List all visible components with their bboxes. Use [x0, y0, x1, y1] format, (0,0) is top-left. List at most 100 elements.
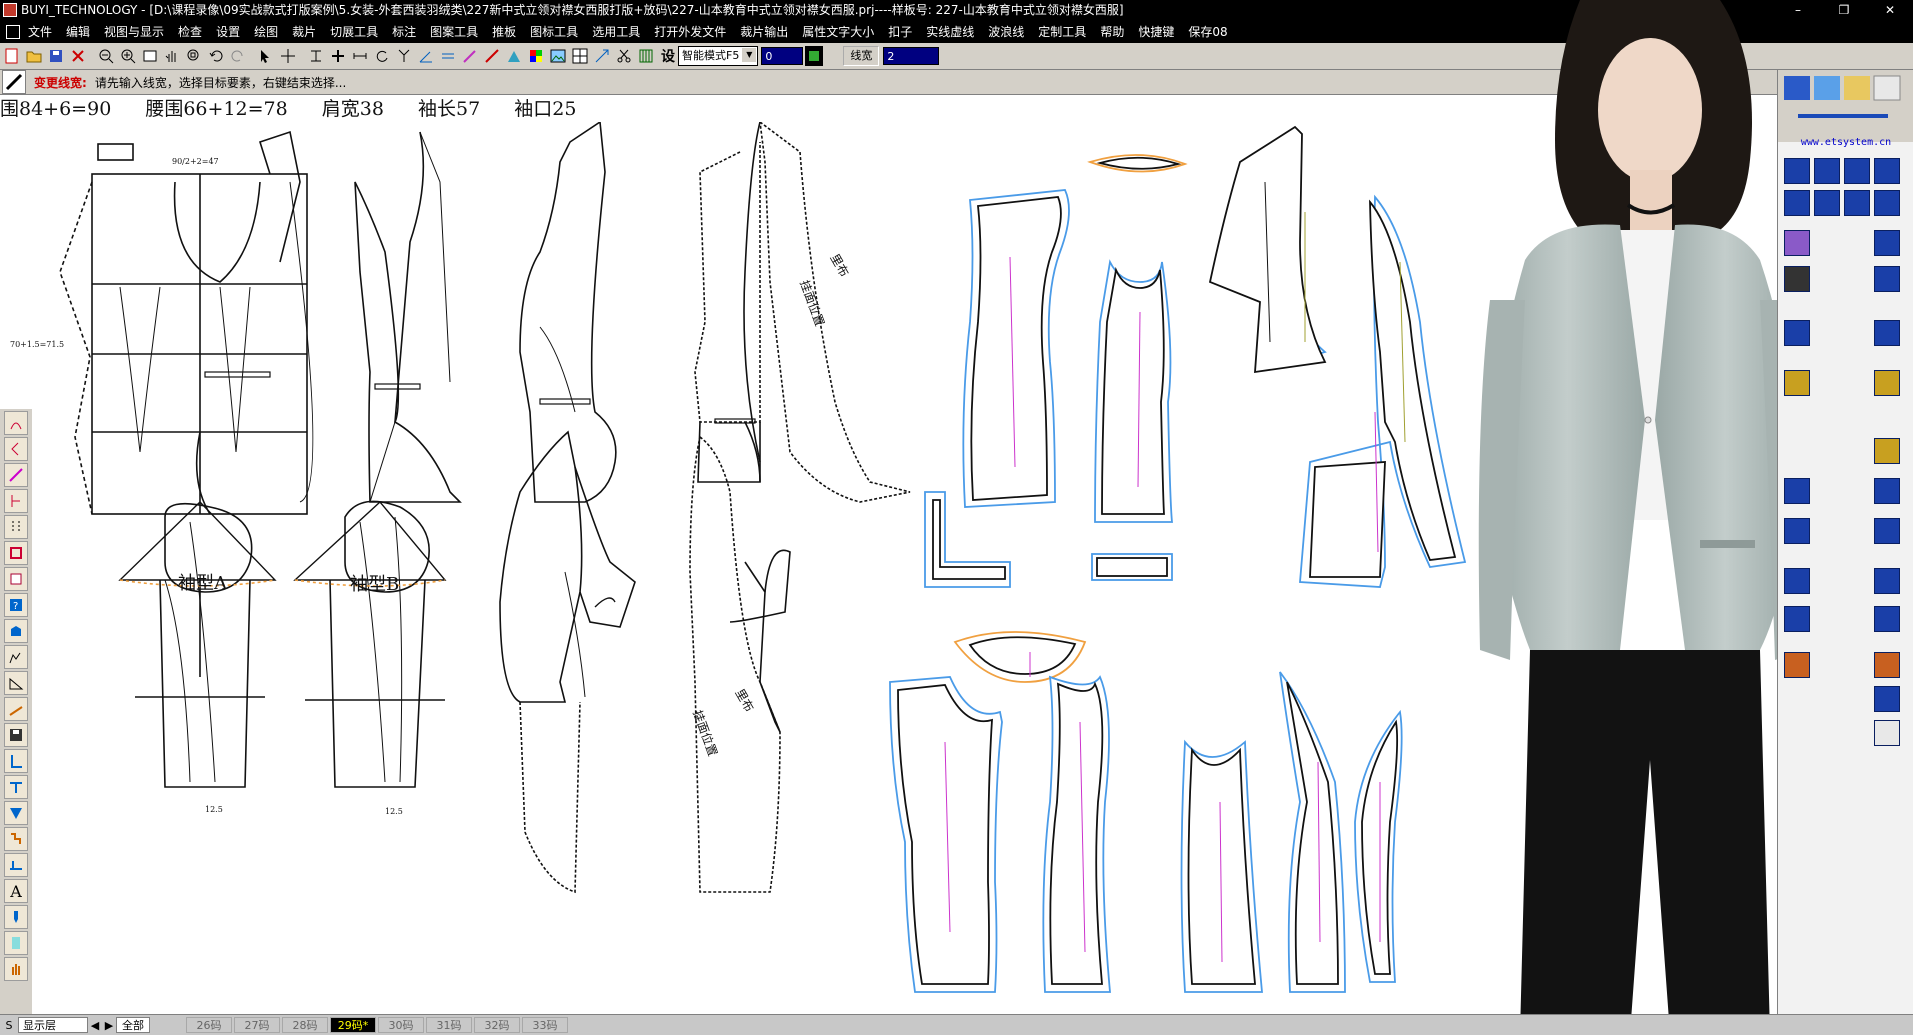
rp-btn-20-icon[interactable]: [1784, 518, 1810, 544]
piece-collar-bottom[interactable]: [953, 631, 1087, 683]
layer-prev-icon[interactable]: ◀: [88, 1019, 102, 1032]
new-file-icon[interactable]: [2, 46, 22, 66]
rp-tool-1-icon[interactable]: [1784, 76, 1810, 100]
zoom-window-icon[interactable]: [184, 46, 204, 66]
pattern-grid-icon[interactable]: [636, 46, 656, 66]
tool-slope-icon[interactable]: [4, 697, 28, 721]
rp-btn-13-icon[interactable]: [1784, 320, 1810, 346]
tool-level-icon[interactable]: [4, 853, 28, 877]
menu-wave-line[interactable]: 波浪线: [988, 23, 1024, 40]
rp-btn-9-icon[interactable]: [1784, 230, 1810, 256]
all-sizes-button[interactable]: 全部: [116, 1017, 150, 1033]
angle-icon[interactable]: [416, 46, 436, 66]
system-menu-icon[interactable]: [6, 24, 20, 39]
menu-slash-spread[interactable]: 切展工具: [330, 23, 378, 40]
layer-select[interactable]: 显示层: [18, 1017, 88, 1033]
fork-icon[interactable]: [394, 46, 414, 66]
tool-split-icon[interactable]: [4, 515, 28, 539]
menu-file[interactable]: 文件: [28, 23, 52, 40]
select-arrow-icon[interactable]: [256, 46, 276, 66]
tool-angle-icon[interactable]: [4, 671, 28, 695]
rp-btn-25-icon[interactable]: [1874, 606, 1900, 632]
grid-icon[interactable]: [570, 46, 590, 66]
rp-btn-12-icon[interactable]: [1874, 266, 1900, 292]
menu-pieces[interactable]: 裁片: [292, 23, 316, 40]
tool-line-icon[interactable]: [4, 463, 28, 487]
piece-pocket-flap[interactable]: [1091, 553, 1173, 581]
tool-step-icon[interactable]: [4, 827, 28, 851]
menu-optional-tools[interactable]: 选用工具: [592, 23, 640, 40]
size-30-button[interactable]: 30码: [378, 1017, 424, 1033]
move-icon[interactable]: [278, 46, 298, 66]
menu-save08[interactable]: 保存08: [1188, 23, 1227, 40]
rp-btn-27-icon[interactable]: [1874, 652, 1900, 678]
menu-grading[interactable]: 推板: [492, 23, 516, 40]
rp-btn-8-icon[interactable]: [1874, 190, 1900, 216]
menu-help[interactable]: 帮助: [1100, 23, 1124, 40]
tool-arc-icon[interactable]: [4, 437, 28, 461]
rp-btn-23-icon[interactable]: [1874, 568, 1900, 594]
piece-lower-3[interactable]: [1180, 739, 1263, 993]
rp-btn-4-icon[interactable]: [1874, 158, 1900, 184]
undo-icon[interactable]: [206, 46, 226, 66]
tool-hand-icon[interactable]: [4, 957, 28, 981]
fit-window-icon[interactable]: [140, 46, 160, 66]
delete-icon[interactable]: [68, 46, 88, 66]
menu-pattern-tools[interactable]: 图案工具: [430, 23, 478, 40]
rp-btn-26-icon[interactable]: [1784, 652, 1810, 678]
layer-next-icon[interactable]: ▶: [102, 1019, 116, 1032]
rp-btn-17-icon[interactable]: [1874, 438, 1900, 464]
menu-view[interactable]: 视图与显示: [104, 23, 164, 40]
menu-draw[interactable]: 绘图: [254, 23, 278, 40]
piece-collar-top[interactable]: [1087, 154, 1188, 173]
pan-hand-icon[interactable]: [162, 46, 182, 66]
rp-btn-18-icon[interactable]: [1784, 478, 1810, 504]
save-icon[interactable]: [46, 46, 66, 66]
zoom-in-icon[interactable]: [118, 46, 138, 66]
rp-btn-14-icon[interactable]: [1874, 320, 1900, 346]
triangle-icon[interactable]: [504, 46, 524, 66]
line-width-tool-icon[interactable]: [2, 70, 26, 94]
rp-btn-2-icon[interactable]: [1814, 158, 1840, 184]
rp-btn-10-icon[interactable]: [1874, 230, 1900, 256]
menu-text-size[interactable]: 属性文字大小: [802, 23, 874, 40]
parallel-icon[interactable]: [438, 46, 458, 66]
menu-solid-dashed[interactable]: 实线虚线: [926, 23, 974, 40]
rp-btn-22-icon[interactable]: [1784, 568, 1810, 594]
redo-icon[interactable]: [228, 46, 248, 66]
value-input[interactable]: 0: [761, 47, 804, 65]
cut-icon[interactable]: [614, 46, 634, 66]
rp-btn-6-icon[interactable]: [1814, 190, 1840, 216]
tool-curve-icon[interactable]: [4, 411, 28, 435]
rp-btn-16-icon[interactable]: [1874, 370, 1900, 396]
color-palette-icon[interactable]: [526, 46, 546, 66]
size-26-button[interactable]: 26码: [186, 1017, 232, 1033]
tool-shape-icon[interactable]: [4, 619, 28, 643]
menu-open-external[interactable]: 打开外发文件: [654, 23, 726, 40]
menu-icon-tools[interactable]: 图标工具: [530, 23, 578, 40]
rp-tool-4-icon[interactable]: [1873, 75, 1901, 101]
tool-corner-icon[interactable]: [4, 749, 28, 773]
tool-funnel-icon[interactable]: [4, 801, 28, 825]
website-url[interactable]: www.etsystem.cn: [1780, 134, 1912, 152]
menu-check[interactable]: 检查: [178, 23, 202, 40]
rp-btn-11-icon[interactable]: [1784, 266, 1810, 292]
piece-front-panel[interactable]: [962, 189, 1070, 508]
rp-btn-24-icon[interactable]: [1784, 606, 1810, 632]
menu-piece-output[interactable]: 裁片输出: [740, 23, 788, 40]
mirror-icon[interactable]: [592, 46, 612, 66]
piece-lower-2[interactable]: [1042, 675, 1111, 993]
rp-btn-7-icon[interactable]: [1844, 190, 1870, 216]
menu-custom-tools[interactable]: 定制工具: [1038, 23, 1086, 40]
zoom-out-icon[interactable]: [96, 46, 116, 66]
size-31-button[interactable]: 31码: [426, 1017, 472, 1033]
rp-btn-28-icon[interactable]: [1874, 686, 1900, 712]
size-27-button[interactable]: 27码: [234, 1017, 280, 1033]
rp-btn-1-icon[interactable]: [1784, 158, 1810, 184]
menu-shortcuts[interactable]: 快捷键: [1138, 23, 1174, 40]
confirm-icon[interactable]: [805, 46, 824, 66]
rp-tool-2-icon[interactable]: [1814, 76, 1840, 100]
menu-buttons[interactable]: 扣子: [888, 23, 912, 40]
menu-edit[interactable]: 编辑: [66, 23, 90, 40]
size-28-button[interactable]: 28码: [282, 1017, 328, 1033]
